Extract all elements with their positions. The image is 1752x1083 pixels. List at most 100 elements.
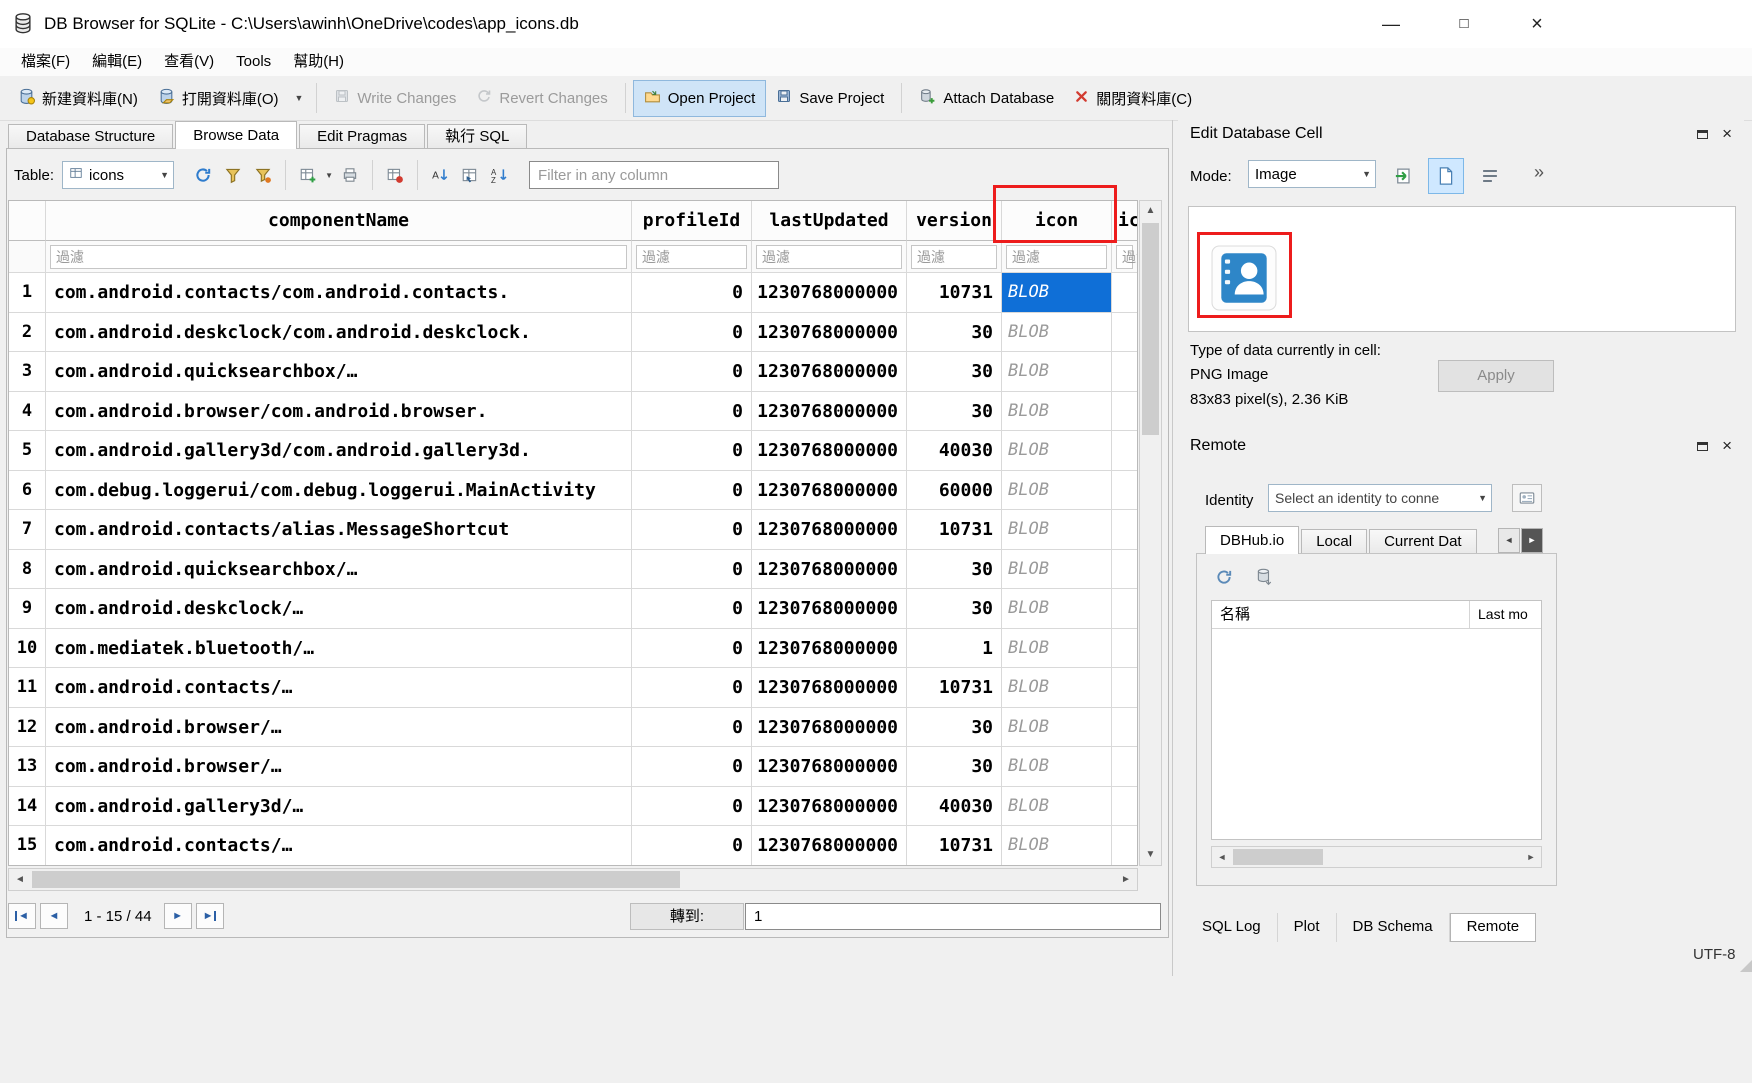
- filter-lastUpdated[interactable]: 過濾: [752, 241, 907, 273]
- remote-scrollbar-thumb[interactable]: [1233, 849, 1323, 865]
- scroll-left-icon[interactable]: ◄: [1212, 847, 1232, 867]
- componentName-cell[interactable]: com.android.deskclock/com.android.deskcl…: [46, 313, 632, 353]
- version-cell[interactable]: 10731: [907, 273, 1002, 313]
- componentName-cell[interactable]: com.android.contacts/…: [46, 826, 632, 866]
- filter-options-button[interactable]: [248, 160, 278, 190]
- close-panel-icon[interactable]: ×: [1722, 128, 1732, 140]
- lastUpdated-cell[interactable]: 1230768000000: [752, 431, 907, 471]
- row-number[interactable]: 1: [9, 273, 46, 313]
- profileId-cell[interactable]: 0: [632, 550, 752, 590]
- icon-cell[interactable]: BLOB: [1002, 471, 1112, 511]
- icon-cell[interactable]: BLOB: [1002, 431, 1112, 471]
- overflow-cell[interactable]: [1112, 747, 1137, 787]
- row-number[interactable]: 7: [9, 510, 46, 550]
- componentName-cell[interactable]: com.android.browser/…: [46, 747, 632, 787]
- version-cell[interactable]: 40030: [907, 787, 1002, 827]
- version-cell[interactable]: 30: [907, 550, 1002, 590]
- apply-button[interactable]: Apply: [1438, 360, 1554, 392]
- table-row[interactable]: 1com.android.contacts/com.android.contac…: [9, 273, 1137, 313]
- componentName-cell[interactable]: com.android.browser/com.android.browser.: [46, 392, 632, 432]
- scroll-up-icon[interactable]: ▲: [1140, 201, 1161, 221]
- table-row[interactable]: 15com.android.contacts/…0123076800000010…: [9, 826, 1137, 866]
- column-header-componentName[interactable]: componentName: [46, 201, 632, 241]
- profileId-cell[interactable]: 0: [632, 589, 752, 629]
- attach-database-button[interactable]: Attach Database: [909, 81, 1064, 116]
- version-cell[interactable]: 30: [907, 352, 1002, 392]
- icon-cell[interactable]: BLOB: [1002, 787, 1112, 827]
- lastUpdated-cell[interactable]: 1230768000000: [752, 668, 907, 708]
- lastUpdated-cell[interactable]: 1230768000000: [752, 273, 907, 313]
- icon-cell[interactable]: BLOB: [1002, 510, 1112, 550]
- icon-cell[interactable]: BLOB: [1002, 273, 1112, 313]
- dock-tab-db-schema[interactable]: DB Schema: [1337, 913, 1450, 942]
- componentName-cell[interactable]: com.android.gallery3d/…: [46, 787, 632, 827]
- table-row[interactable]: 3com.android.quicksearchbox/…01230768000…: [9, 352, 1137, 392]
- column-header-last-modified[interactable]: Last mo: [1470, 601, 1541, 628]
- row-number[interactable]: 15: [9, 826, 46, 866]
- row-number[interactable]: 9: [9, 589, 46, 629]
- table-row[interactable]: 4com.android.browser/com.android.browser…: [9, 392, 1137, 432]
- tab-scroll-left-icon[interactable]: ◄: [1498, 528, 1520, 553]
- version-cell[interactable]: 10731: [907, 510, 1002, 550]
- remote-horizontal-scrollbar[interactable]: ◄ ►: [1211, 846, 1542, 868]
- table-row[interactable]: 14com.android.gallery3d/…012307680000004…: [9, 787, 1137, 827]
- row-number[interactable]: 10: [9, 629, 46, 669]
- overflow-cell[interactable]: [1112, 708, 1137, 748]
- dock-tab-remote[interactable]: Remote: [1450, 913, 1537, 942]
- horizontal-scrollbar[interactable]: ◄ ►: [8, 868, 1138, 891]
- row-number[interactable]: 11: [9, 668, 46, 708]
- identity-select[interactable]: Select an identity to conne ▼: [1268, 484, 1492, 512]
- row-number[interactable]: 8: [9, 550, 46, 590]
- mode-select[interactable]: Image ▼: [1248, 160, 1376, 188]
- minimize-button[interactable]: —: [1368, 8, 1414, 40]
- overflow-cell[interactable]: [1112, 431, 1137, 471]
- row-number[interactable]: 3: [9, 352, 46, 392]
- goto-cell-button[interactable]: [455, 160, 485, 190]
- version-cell[interactable]: 30: [907, 589, 1002, 629]
- tab-browse-data[interactable]: Browse Data: [175, 121, 297, 149]
- overflow-cell[interactable]: [1112, 668, 1137, 708]
- menu-tools[interactable]: Tools: [225, 48, 282, 76]
- lastUpdated-cell[interactable]: 1230768000000: [752, 629, 907, 669]
- close-button[interactable]: ×: [1514, 8, 1560, 40]
- profileId-cell[interactable]: 0: [632, 787, 752, 827]
- tab-scroll-right-icon[interactable]: ►: [1521, 528, 1543, 553]
- lastUpdated-cell[interactable]: 1230768000000: [752, 392, 907, 432]
- profileId-cell[interactable]: 0: [632, 747, 752, 787]
- vertical-scrollbar-thumb[interactable]: [1142, 223, 1159, 435]
- open-project-button[interactable]: Open Project: [633, 80, 767, 117]
- overflow-cell[interactable]: [1112, 392, 1137, 432]
- save-project-button[interactable]: Save Project: [766, 81, 894, 115]
- float-panel-icon[interactable]: [1697, 442, 1708, 451]
- overflow-cell[interactable]: [1112, 471, 1137, 511]
- scroll-left-icon[interactable]: ◄: [9, 869, 31, 890]
- menu-help[interactable]: 幫助(H): [282, 48, 355, 76]
- tab-local[interactable]: Local: [1301, 529, 1367, 554]
- panel-splitter[interactable]: [1172, 120, 1173, 976]
- sort-az-button[interactable]: AZ: [485, 160, 515, 190]
- profileId-cell[interactable]: 0: [632, 629, 752, 669]
- filter-version[interactable]: 過濾: [907, 241, 1002, 273]
- horizontal-scrollbar-thumb[interactable]: [32, 871, 680, 888]
- row-number[interactable]: 6: [9, 471, 46, 511]
- goto-record-input[interactable]: [745, 903, 1161, 930]
- componentName-cell[interactable]: com.android.browser/…: [46, 708, 632, 748]
- version-cell[interactable]: 10731: [907, 826, 1002, 866]
- componentName-cell[interactable]: com.android.deskclock/…: [46, 589, 632, 629]
- scroll-down-icon[interactable]: ▼: [1140, 845, 1161, 865]
- overflow-cell[interactable]: [1112, 273, 1137, 313]
- filter-componentName[interactable]: 過濾: [46, 241, 632, 273]
- icon-cell[interactable]: BLOB: [1002, 550, 1112, 590]
- remote-clone-button[interactable]: [1249, 562, 1279, 592]
- icon-cell[interactable]: BLOB: [1002, 668, 1112, 708]
- column-header-profileId[interactable]: profileId: [632, 201, 752, 241]
- table-row[interactable]: 2com.android.deskclock/com.android.deskc…: [9, 313, 1137, 353]
- componentName-cell[interactable]: com.mediatek.bluetooth/…: [46, 629, 632, 669]
- profileId-cell[interactable]: 0: [632, 431, 752, 471]
- tab-current-database[interactable]: Current Dat: [1369, 529, 1477, 554]
- next-record-button[interactable]: ►: [164, 903, 192, 929]
- column-header-name[interactable]: 名稱: [1212, 601, 1470, 628]
- column-header-version[interactable]: version: [907, 201, 1002, 241]
- version-cell[interactable]: 40030: [907, 431, 1002, 471]
- version-cell[interactable]: 30: [907, 313, 1002, 353]
